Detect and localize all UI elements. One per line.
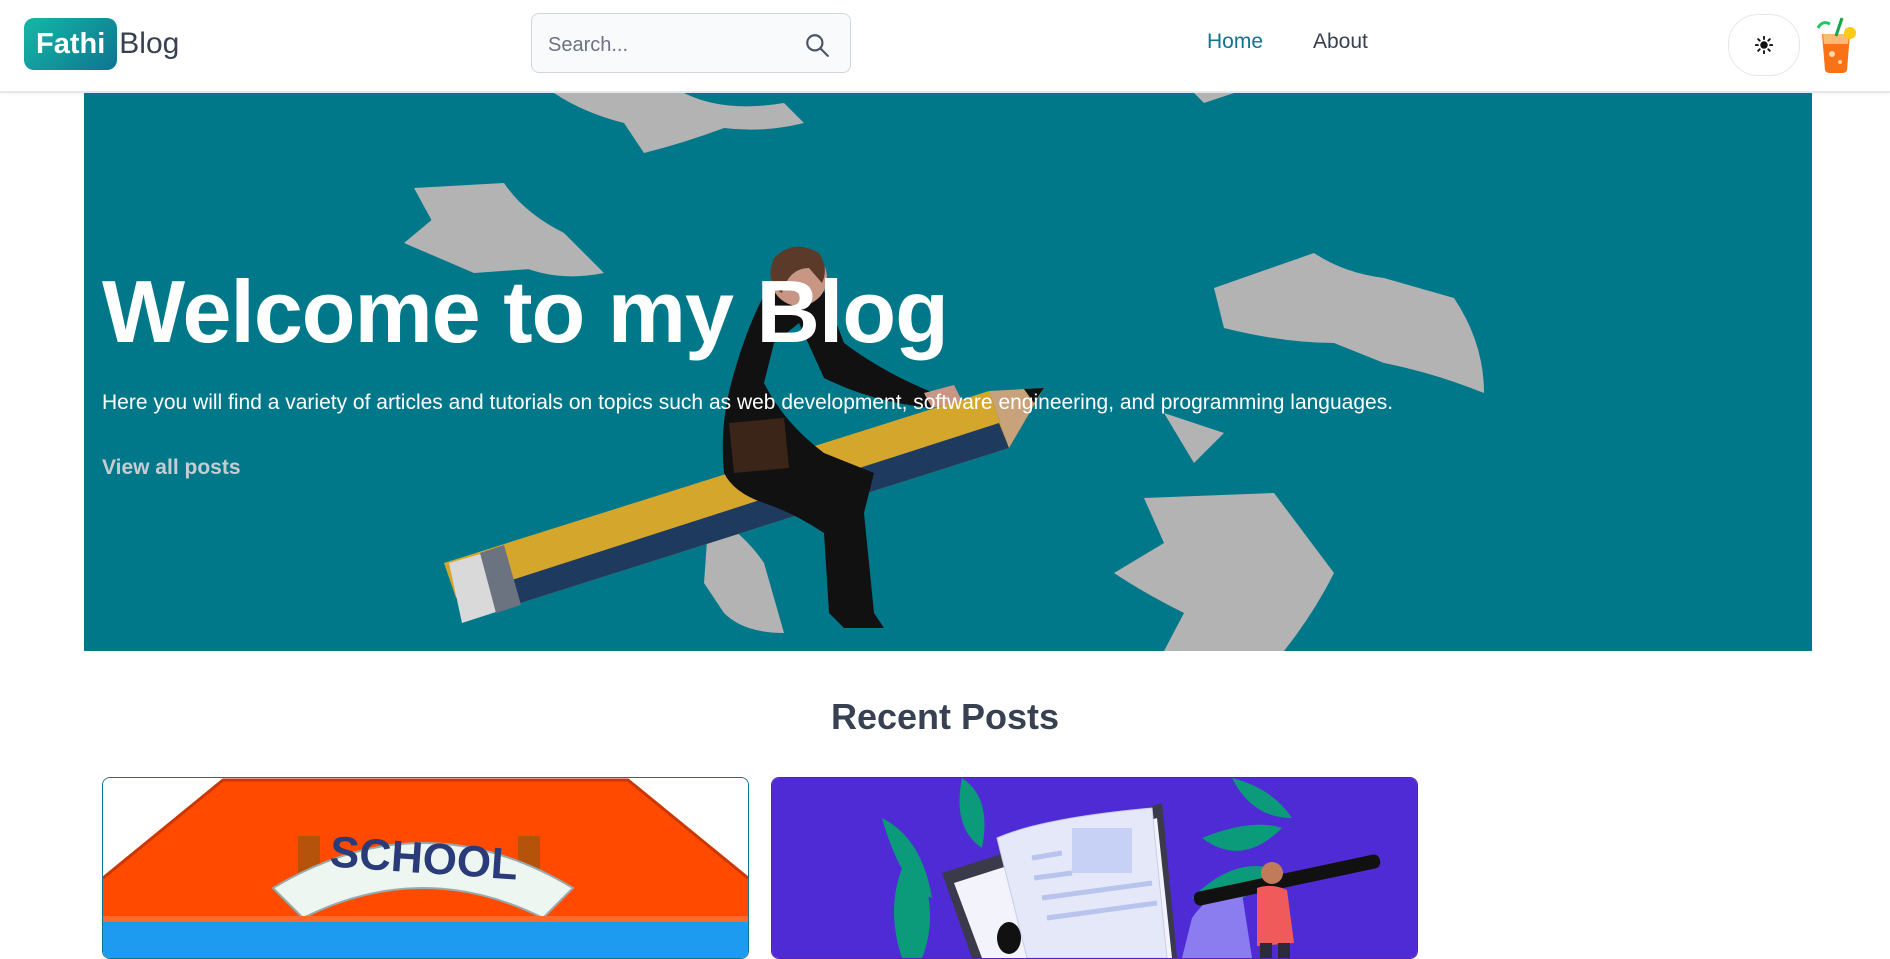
writer-on-pencil-illustration (404, 93, 1484, 651)
hero-banner: Welcome to my Blog Here you will find a … (84, 93, 1812, 651)
sun-icon (1755, 36, 1773, 54)
search-input[interactable] (546, 28, 790, 62)
logo-text: Blog (119, 27, 180, 60)
view-all-posts-link[interactable]: View all posts (102, 456, 241, 480)
site-logo[interactable]: Fathi Blog (24, 18, 179, 70)
logo-badge: Fathi (24, 18, 118, 70)
search-icon[interactable] (804, 32, 830, 58)
nav-about-link[interactable]: About (1313, 30, 1368, 54)
hero-description: Here you will find a variety of articles… (102, 391, 1394, 414)
post-card[interactable] (771, 777, 1418, 959)
recent-posts-heading: Recent Posts (830, 696, 1060, 737)
post-card[interactable]: SCHOOL (102, 777, 749, 959)
nav-home-link[interactable]: Home (1207, 30, 1263, 54)
hero-title: Welcome to my Blog (102, 262, 949, 361)
search-box (531, 13, 851, 73)
writing-illustration (772, 778, 1417, 958)
drink-icon[interactable] (1812, 16, 1860, 74)
school-illustration: SCHOOL (103, 778, 748, 958)
theme-toggle-button[interactable] (1728, 14, 1800, 76)
site-header: Fathi Blog Home About (0, 0, 1890, 93)
